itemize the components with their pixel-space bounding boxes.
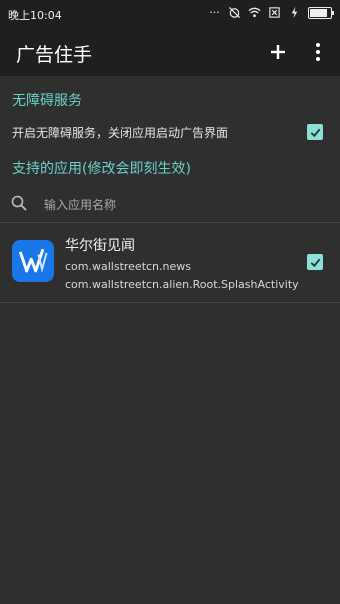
battery-icon	[308, 6, 334, 19]
accessibility-section-header: 无障碍服务	[12, 93, 82, 109]
search-icon	[10, 194, 28, 212]
wifi-icon	[248, 6, 261, 19]
accessibility-checkbox[interactable]	[307, 124, 323, 140]
app-bar: 广告住手	[0, 28, 340, 76]
charging-icon	[288, 6, 301, 19]
check-icon	[310, 128, 320, 137]
more-options-button[interactable]	[306, 38, 330, 66]
app-package-name: com.wallstreetcn.news	[65, 260, 191, 273]
accessibility-toggle-label: 开启无障碍服务，关闭应用启动广告界面	[12, 126, 229, 140]
add-button[interactable]	[264, 38, 292, 66]
app-title: 广告住手	[16, 44, 93, 66]
status-bar: 晚上10:04 ···	[0, 0, 340, 28]
dots-icon: ···	[209, 6, 220, 19]
apps-section-header: 支持的应用(修改会即刻生效)	[12, 161, 191, 177]
accessibility-toggle-row[interactable]: 开启无障碍服务，关闭应用启动广告界面	[0, 116, 340, 148]
check-icon	[310, 258, 320, 267]
app-search-input[interactable]	[42, 194, 316, 216]
more-vert-icon	[316, 43, 320, 61]
app-search-row	[0, 188, 340, 223]
status-time: 晚上10:04	[8, 9, 62, 22]
list-item[interactable]: 华尔街见闻 com.wallstreetcn.news com.wallstre…	[0, 226, 340, 303]
app-activity-name: com.wallstreetcn.alien.Root.SplashActivi…	[65, 278, 299, 291]
status-icons: ···	[208, 6, 334, 19]
plus-icon	[271, 45, 285, 59]
app-name: 华尔街见闻	[65, 238, 135, 254]
battery-fill	[310, 8, 327, 17]
sim-icon	[268, 6, 281, 19]
alarm-off-icon	[228, 6, 241, 19]
app-enabled-checkbox[interactable]	[307, 254, 323, 270]
wallstreetcn-app-icon	[12, 240, 54, 282]
